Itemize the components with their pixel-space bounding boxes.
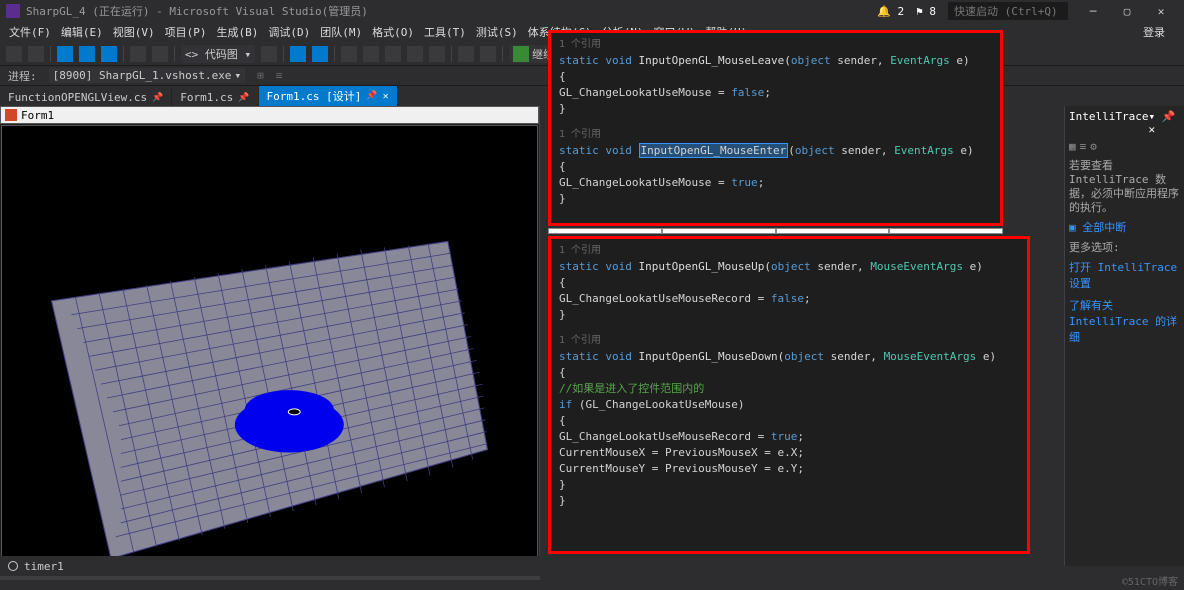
designer-pane: Form1 — [0, 106, 540, 580]
intellitrace-panel: IntelliTrace▾ 📌 ✕ ▦ ≡⚙ 若要查看 IntelliTrace … — [1064, 106, 1184, 566]
panel-pin-icon[interactable]: ▾ 📌 ✕ — [1148, 110, 1180, 136]
code-overlay-2: 1 个引用 static void InputOpenGL_MouseUp(ob… — [548, 236, 1030, 554]
tool-icon[interactable] — [261, 46, 277, 62]
login-link[interactable]: 登录 — [1140, 23, 1168, 41]
form-icon — [5, 109, 17, 121]
opengl-viewport[interactable] — [1, 125, 538, 566]
tab-form1design[interactable]: Form1.cs [设计]📌✕ — [259, 86, 398, 106]
window-title: SharpGL_4 (正在运行) - Microsoft Visual Stud… — [26, 3, 368, 19]
menu-debug[interactable]: 调试(D) — [265, 23, 313, 41]
nav-back-icon[interactable] — [6, 46, 22, 62]
learn-link[interactable]: 了解有关 IntelliTrace 的详细 — [1069, 297, 1180, 345]
pause-icon[interactable] — [57, 46, 73, 62]
pin-icon[interactable]: 📌 — [152, 93, 163, 103]
thread-icon[interactable]: ⊞ — [257, 69, 264, 82]
process-dropdown[interactable]: [8900] SharpGL_1.vshost.exe ▾ — [49, 68, 245, 83]
tray-item[interactable]: timer1 — [24, 560, 64, 573]
redo-icon[interactable] — [152, 46, 168, 62]
menu-build[interactable]: 生成(B) — [214, 23, 262, 41]
menu-edit[interactable]: 编辑(E) — [58, 23, 106, 41]
menu-tools[interactable]: 工具(T) — [421, 23, 469, 41]
tb-icon[interactable]: ▦ — [1069, 140, 1076, 153]
codemap-dropdown[interactable]: <> 代码图 ▾ — [181, 45, 255, 63]
codelens-ref[interactable]: 1 个引用 — [559, 243, 1019, 259]
restart-icon[interactable] — [101, 46, 117, 62]
code-overlay-1: 1 个引用 static void InputOpenGL_MouseLeave… — [548, 30, 1003, 226]
vs-icon — [6, 4, 20, 18]
flag-badge[interactable]: ⚑ 8 — [916, 5, 936, 18]
menu-file[interactable]: 文件(F) — [6, 23, 54, 41]
title-bar: SharpGL_4 (正在运行) - Microsoft Visual Stud… — [0, 0, 1184, 22]
tab-functionview[interactable]: FunctionOPENGLView.cs📌 — [0, 89, 172, 106]
close-icon[interactable]: ✕ — [383, 91, 389, 102]
tb-icon-3[interactable] — [341, 46, 357, 62]
panel-msg: 若要查看 IntelliTrace 数据，必须中断应用程序的执行。 — [1069, 159, 1180, 215]
break-all-link[interactable]: ▣ 全部中断 — [1069, 219, 1180, 235]
watermark: ©51CTO博客 — [1122, 573, 1178, 588]
tb-icon-2[interactable] — [312, 46, 328, 62]
form-titlebar: Form1 — [0, 106, 539, 124]
codelens-ref[interactable]: 1 个引用 — [559, 333, 1019, 349]
highlighted-symbol[interactable]: InputOpenGL_MouseEnter — [639, 143, 789, 158]
tb-icon-8[interactable] — [458, 46, 474, 62]
notification-badge[interactable]: 🔔 2 — [877, 5, 904, 18]
lock-icon — [8, 561, 18, 571]
nav-fwd-icon[interactable] — [28, 46, 44, 62]
tab-form1cs[interactable]: Form1.cs📌 — [172, 89, 258, 106]
menu-view[interactable]: 视图(V) — [110, 23, 158, 41]
tb-icon[interactable]: ⚙ — [1090, 140, 1097, 153]
menu-team[interactable]: 团队(M) — [317, 23, 365, 41]
close-button[interactable]: ✕ — [1144, 5, 1178, 18]
component-tray: timer1 — [0, 556, 540, 576]
menu-test[interactable]: 测试(S) — [473, 23, 521, 41]
menu-project[interactable]: 项目(P) — [162, 23, 210, 41]
tb-icon-5[interactable] — [385, 46, 401, 62]
tb-icon-7[interactable] — [429, 46, 445, 62]
process-label: 进程: — [8, 68, 37, 84]
menu-format[interactable]: 格式(O) — [369, 23, 417, 41]
tb-icon-1[interactable] — [290, 46, 306, 62]
pin-icon[interactable]: 📌 — [238, 93, 249, 103]
form-title-text: Form1 — [21, 109, 54, 122]
minimize-button[interactable]: ─ — [1076, 5, 1110, 18]
panel-title: IntelliTrace — [1069, 110, 1148, 136]
tb-icon[interactable]: ≡ — [1080, 140, 1087, 153]
tb-icon-4[interactable] — [363, 46, 379, 62]
tb-icon-6[interactable] — [407, 46, 423, 62]
settings-link[interactable]: 打开 IntelliTrace 设置 — [1069, 259, 1180, 291]
stop-icon[interactable] — [79, 46, 95, 62]
codelens-ref[interactable]: 1 个引用 — [559, 127, 992, 143]
codelens-ref[interactable]: 1 个引用 — [559, 37, 992, 53]
quick-launch[interactable]: 快速启动 (Ctrl+Q) — [948, 2, 1068, 20]
tb-icon-9[interactable] — [480, 46, 496, 62]
more-label: 更多选项: — [1069, 241, 1180, 255]
undo-icon[interactable] — [130, 46, 146, 62]
maximize-button[interactable]: ▢ — [1110, 5, 1144, 18]
pin-icon[interactable]: 📌 — [366, 91, 377, 101]
peek-tabs[interactable] — [548, 228, 1003, 234]
stack-icon[interactable]: ≡ — [276, 69, 283, 82]
